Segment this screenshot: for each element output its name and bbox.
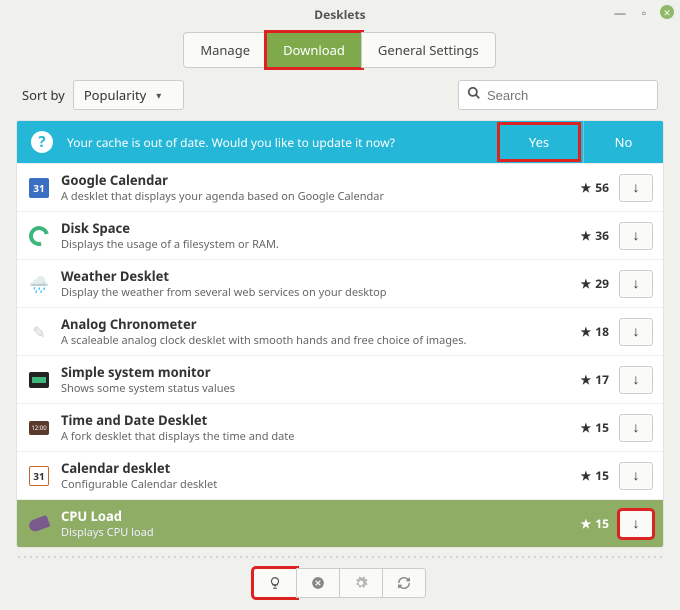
item-name: Google Calendar: [61, 171, 569, 189]
toolbar: Sort by Popularity ▾: [0, 68, 680, 120]
list-item[interactable]: 31 Calendar deskletConfigurable Calendar…: [17, 451, 663, 499]
item-name: Analog Chronometer: [61, 315, 569, 333]
star-icon: ★: [581, 227, 592, 244]
item-desc: Display the weather from several web ser…: [61, 285, 569, 300]
sort-label: Sort by: [22, 86, 65, 104]
tab-download[interactable]: Download: [266, 32, 362, 68]
item-name: Time and Date Desklet: [61, 411, 569, 429]
question-icon: ?: [31, 131, 53, 153]
monitor-icon: [27, 368, 51, 392]
calendar-icon: 31: [27, 176, 51, 200]
star-icon: ★: [581, 179, 592, 196]
list-item[interactable]: ✎ Analog ChronometerA scaleable analog c…: [17, 307, 663, 355]
weather-icon: 🌧️: [27, 272, 51, 296]
window-controls: — ▫ ×: [612, 4, 674, 20]
refresh-button[interactable]: [382, 568, 426, 598]
download-button[interactable]: ↓: [619, 510, 653, 538]
list-item[interactable]: 12:00 Time and Date DeskletA fork deskle…: [17, 403, 663, 451]
banner-message: Your cache is out of date. Would you lik…: [67, 134, 495, 151]
item-desc: A desklet that displays your agenda base…: [61, 189, 569, 204]
minimize-button[interactable]: —: [612, 4, 628, 20]
maximize-button[interactable]: ▫: [636, 4, 652, 20]
list-item[interactable]: CPU LoadDisplays CPU load ★15 ↓: [17, 499, 663, 547]
divider: [16, 554, 664, 560]
sort-select[interactable]: Popularity ▾: [73, 80, 184, 110]
sort-by: Sort by Popularity ▾: [22, 80, 184, 110]
item-stars: ★29: [569, 275, 609, 292]
download-button[interactable]: ↓: [619, 462, 653, 490]
item-desc: Displays CPU load: [61, 525, 569, 540]
list-item[interactable]: 🌧️ Weather DeskletDisplay the weather fr…: [17, 259, 663, 307]
list-item[interactable]: 31 Google CalendarA desklet that display…: [17, 163, 663, 211]
close-button[interactable]: ×: [660, 5, 674, 19]
item-name: CPU Load: [61, 507, 569, 525]
tab-manage[interactable]: Manage: [183, 32, 267, 68]
cache-banner: ? Your cache is out of date. Would you l…: [17, 121, 663, 163]
cpu-icon: [27, 512, 51, 536]
titlebar: Desklets — ▫ ×: [0, 0, 680, 28]
star-icon: ★: [581, 371, 592, 388]
search-input[interactable]: [487, 88, 663, 103]
download-button[interactable]: ↓: [619, 222, 653, 250]
clock-icon: ✎: [27, 320, 51, 344]
download-button[interactable]: ↓: [619, 318, 653, 346]
item-stars: ★18: [569, 323, 609, 340]
item-name: Simple system monitor: [61, 363, 569, 381]
desklet-list: ? Your cache is out of date. Would you l…: [16, 120, 664, 548]
download-button[interactable]: ↓: [619, 366, 653, 394]
item-stars: ★15: [569, 467, 609, 484]
tab-general-settings[interactable]: General Settings: [361, 32, 496, 68]
banner-no-button[interactable]: No: [583, 121, 663, 163]
item-desc: Shows some system status values: [61, 381, 569, 396]
star-icon: ★: [581, 467, 592, 484]
item-desc: A fork desklet that displays the time an…: [61, 429, 569, 444]
time-icon: 12:00: [27, 416, 51, 440]
download-button[interactable]: ↓: [619, 270, 653, 298]
star-icon: ★: [581, 275, 592, 292]
star-icon: ★: [581, 323, 592, 340]
download-button[interactable]: ↓: [619, 414, 653, 442]
list-item[interactable]: Simple system monitorShows some system s…: [17, 355, 663, 403]
settings-button[interactable]: [339, 568, 383, 598]
list-item[interactable]: Disk SpaceDisplays the usage of a filesy…: [17, 211, 663, 259]
item-stars: ★17: [569, 371, 609, 388]
lightbulb-button[interactable]: [253, 568, 297, 598]
item-desc: A scaleable analog clock desklet with sm…: [61, 333, 569, 348]
item-name: Disk Space: [61, 219, 569, 237]
star-icon: ★: [581, 515, 592, 532]
item-desc: Displays the usage of a filesystem or RA…: [61, 237, 569, 252]
disk-icon: [27, 224, 51, 248]
item-stars: ★36: [569, 227, 609, 244]
search-icon: [467, 86, 481, 105]
item-desc: Configurable Calendar desklet: [61, 477, 569, 492]
item-stars: ★15: [569, 515, 609, 532]
download-button[interactable]: ↓: [619, 174, 653, 202]
star-icon: ★: [581, 419, 592, 436]
item-stars: ★15: [569, 419, 609, 436]
tab-bar: Manage Download General Settings: [0, 32, 680, 68]
footer-toolbar: [0, 564, 680, 610]
remove-button[interactable]: [296, 568, 340, 598]
item-stars: ★56: [569, 179, 609, 196]
chevron-down-icon: ▾: [156, 88, 161, 102]
banner-yes-button[interactable]: Yes: [499, 124, 579, 160]
window-title: Desklets: [314, 6, 365, 23]
item-name: Weather Desklet: [61, 267, 569, 285]
sort-value: Popularity: [84, 86, 146, 104]
item-name: Calendar desklet: [61, 459, 569, 477]
calendar-icon: 31: [27, 464, 51, 488]
search-box[interactable]: [458, 80, 658, 110]
